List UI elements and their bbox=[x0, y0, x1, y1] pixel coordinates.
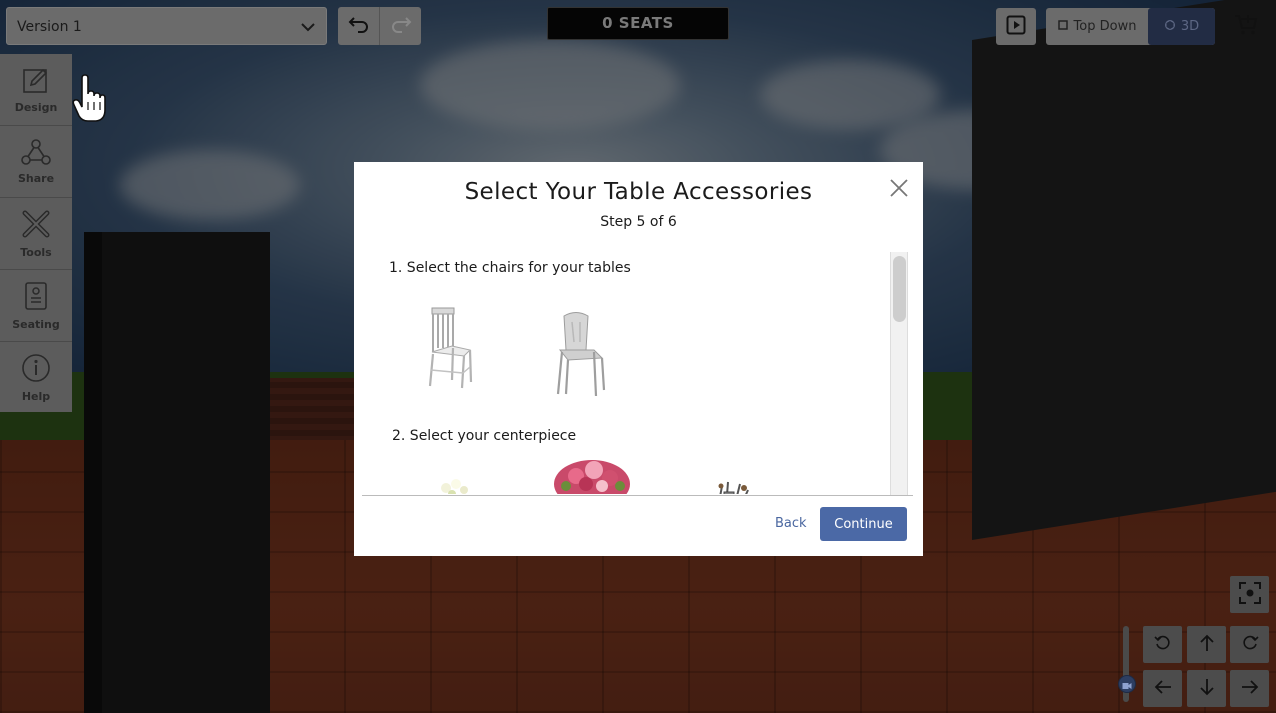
top-down-label: Top Down bbox=[1073, 19, 1137, 34]
chair-option-chiavari[interactable] bbox=[424, 306, 476, 394]
cart-add-icon bbox=[1234, 14, 1258, 40]
modal-footer-divider bbox=[362, 495, 913, 496]
pencil-square-icon bbox=[22, 66, 50, 97]
arrow-right-icon bbox=[1241, 679, 1259, 699]
info-icon bbox=[21, 353, 51, 386]
sidebar-item-label: Share bbox=[17, 171, 55, 185]
modal-step-indicator: Step 5 of 6 bbox=[600, 214, 677, 230]
undo-redo-group bbox=[338, 7, 421, 45]
close-icon bbox=[888, 179, 910, 203]
section-label-chairs: 1. Select the chairs for your tables bbox=[389, 260, 631, 276]
sidebar-item-seating[interactable]: Seating bbox=[0, 270, 72, 342]
move-right-button[interactable] bbox=[1230, 670, 1269, 707]
rotate-ccw-icon bbox=[1153, 634, 1172, 656]
back-button[interactable]: Back bbox=[775, 516, 807, 531]
3d-label: 3D bbox=[1180, 19, 1200, 34]
share-nodes-icon bbox=[21, 138, 51, 168]
modal-scrollbar[interactable] bbox=[890, 252, 908, 496]
table-accessories-modal: Select Your Table Accessories Step 5 of … bbox=[354, 162, 923, 556]
zoom-slider-handle[interactable] bbox=[1118, 675, 1136, 693]
square-icon bbox=[1057, 19, 1068, 34]
focus-frame-icon bbox=[1238, 581, 1262, 609]
play-icon bbox=[1006, 15, 1026, 39]
sidebar-item-design[interactable]: Design bbox=[0, 54, 72, 126]
version-select[interactable]: Version 1 bbox=[6, 7, 327, 45]
arrow-down-icon bbox=[1199, 678, 1215, 700]
hand-pointer-cursor bbox=[72, 74, 106, 128]
seat-count-display: 0 SEATS bbox=[547, 7, 729, 40]
move-left-button[interactable] bbox=[1143, 670, 1182, 707]
modal-scroll-content[interactable]: 1. Select the chairs for your tables 2. … bbox=[354, 250, 894, 494]
move-back-button[interactable] bbox=[1187, 670, 1226, 707]
rotate-right-button[interactable] bbox=[1230, 626, 1269, 663]
rotate-left-button[interactable] bbox=[1143, 626, 1182, 663]
centerpiece-option-pink-roses[interactable] bbox=[550, 456, 634, 494]
undo-icon bbox=[348, 15, 370, 37]
3d-view-button[interactable]: 3D bbox=[1148, 8, 1215, 45]
close-button[interactable] bbox=[888, 177, 910, 199]
sidebar-item-label: Help bbox=[21, 389, 51, 403]
top-down-view-button[interactable]: Top Down bbox=[1046, 8, 1148, 45]
camera-icon bbox=[1122, 675, 1132, 694]
seating-chart-icon bbox=[24, 281, 48, 314]
continue-button[interactable]: Continue bbox=[820, 507, 907, 541]
arrow-left-icon bbox=[1154, 679, 1172, 699]
redo-button[interactable] bbox=[379, 7, 421, 45]
sidebar-item-tools[interactable]: Tools bbox=[0, 198, 72, 270]
scrollbar-thumb[interactable] bbox=[893, 256, 906, 322]
sidebar-item-share[interactable]: Share bbox=[0, 126, 72, 198]
centerpiece-option-white-floral[interactable] bbox=[434, 472, 484, 494]
arrow-up-icon bbox=[1199, 634, 1215, 656]
sidebar-item-label: Tools bbox=[20, 245, 52, 259]
cube-icon bbox=[1164, 19, 1176, 35]
sidebar-item-help[interactable]: Help bbox=[0, 342, 72, 413]
undo-button[interactable] bbox=[338, 7, 379, 45]
move-forward-button[interactable] bbox=[1187, 626, 1226, 663]
modal-title: Select Your Table Accessories bbox=[464, 179, 813, 205]
chevron-down-icon bbox=[300, 8, 316, 61]
sidebar-item-label: Design bbox=[14, 100, 58, 114]
rotate-cw-icon bbox=[1241, 634, 1259, 656]
centerpiece-option-branches[interactable] bbox=[710, 478, 756, 494]
view-mode-toggle: Top Down 3D bbox=[1046, 8, 1215, 45]
left-toolbar: Design Share Tools Seating Help bbox=[0, 54, 72, 412]
tools-icon bbox=[21, 209, 51, 242]
focus-camera-button[interactable] bbox=[1230, 576, 1269, 613]
section-label-centerpiece: 2. Select your centerpiece bbox=[392, 428, 577, 444]
walkthrough-play-button[interactable] bbox=[996, 8, 1036, 45]
sidebar-item-label: Seating bbox=[12, 317, 60, 331]
version-label: Version 1 bbox=[17, 19, 82, 35]
redo-icon bbox=[390, 15, 412, 37]
chair-option-bistro[interactable] bbox=[554, 310, 610, 402]
cart-button[interactable] bbox=[1226, 8, 1266, 45]
